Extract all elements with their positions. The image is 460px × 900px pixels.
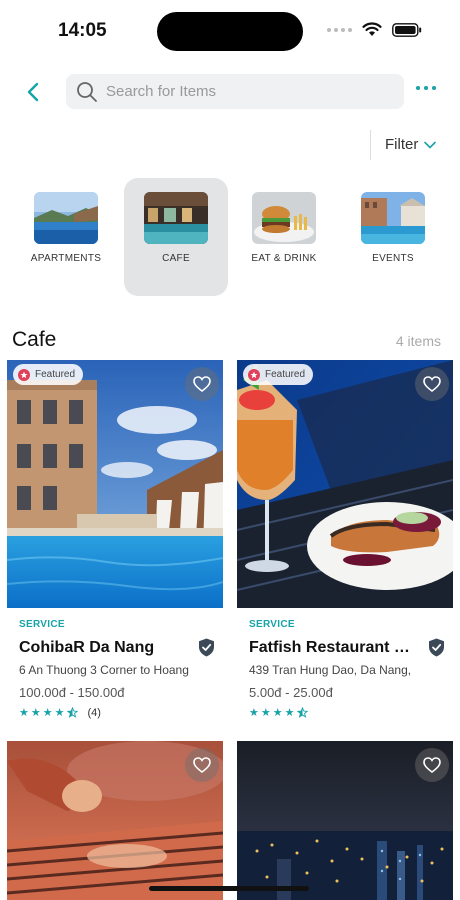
star-icon: ★ — [260, 707, 271, 719]
star-icon: ★ — [249, 707, 259, 719]
status-icons — [327, 22, 422, 37]
search-icon — [77, 81, 97, 102]
listing-price: 100.00đ - 150.00đ — [19, 685, 125, 700]
listing-title-row: CohibaR Da Nang — [19, 638, 215, 657]
half-star-icon — [296, 707, 308, 718]
star-icon: ★ — [54, 707, 65, 719]
featured-icon — [248, 368, 260, 381]
category-label: CAFE — [162, 253, 190, 264]
heart-icon — [423, 376, 441, 392]
listing-address: 439 Tran Hung Dao, Da Nang, — [249, 663, 412, 677]
verified-shield-icon — [429, 638, 444, 657]
listing-address: 6 An Thuong 3 Corner to Hoang — [19, 663, 189, 677]
listing-category: SERVICE — [19, 619, 65, 630]
status-bar: 14:05 — [0, 0, 460, 62]
listing-image: Featured — [7, 360, 223, 608]
listing-title[interactable]: Fatfish Restaurant & L... — [249, 639, 421, 657]
more-dot-icon — [416, 86, 420, 90]
heart-icon — [193, 376, 211, 392]
favorite-button[interactable] — [415, 748, 449, 782]
dynamic-island — [157, 12, 303, 51]
listing-title-row: Fatfish Restaurant & L... — [249, 638, 445, 657]
listing-image — [7, 741, 223, 900]
cellular-signal-icon — [327, 27, 352, 32]
category-apartments[interactable]: APARTMENTS — [14, 178, 118, 296]
listing-card[interactable] — [237, 741, 453, 900]
listing-category: SERVICE — [249, 619, 295, 630]
filter-button[interactable]: Filter — [385, 136, 437, 153]
back-arrow-icon[interactable] — [22, 80, 46, 104]
heart-icon — [423, 757, 441, 773]
listing-card[interactable]: Featured SERVICE CohibaR Da Nang 6 An Th… — [7, 360, 223, 719]
star-icon: ★ — [42, 707, 53, 719]
home-indicator[interactable] — [149, 886, 309, 891]
featured-badge: Featured — [243, 364, 314, 385]
rating-stars: ★ ★ ★ ★ — [249, 706, 453, 719]
favorite-button[interactable] — [185, 367, 219, 401]
more-dot-icon — [424, 86, 428, 90]
featured-label: Featured — [35, 369, 76, 380]
listing-image: Featured — [237, 360, 453, 608]
item-count: 4 items — [395, 333, 441, 349]
favorite-button[interactable] — [185, 748, 219, 782]
filter-label: Filter — [385, 136, 419, 153]
star-icon: ★ — [19, 707, 29, 719]
featured-label: Featured — [265, 369, 306, 380]
star-icon: ★ — [272, 707, 283, 719]
more-options-button[interactable] — [412, 82, 440, 94]
burger-photo — [252, 192, 316, 244]
battery-icon — [392, 22, 422, 37]
verified-shield-icon — [199, 638, 214, 657]
category-eat-drink[interactable]: EAT & DRINK — [232, 178, 336, 296]
listing-price: 5.00đ - 25.00đ — [249, 685, 333, 700]
category-list: APARTMENTS CAFE EAT & DRINK EVENTS — [0, 178, 460, 298]
favorite-button[interactable] — [415, 367, 449, 401]
heart-icon — [193, 757, 211, 773]
category-cafe[interactable]: CAFE — [124, 178, 228, 296]
rating-stars: ★ ★ ★ ★ (4) — [19, 706, 223, 720]
category-events[interactable]: EVENTS — [341, 178, 445, 296]
more-dot-icon — [432, 86, 436, 90]
category-label: APARTMENTS — [30, 253, 102, 264]
events-photo — [361, 192, 425, 244]
category-label: EAT & DRINK — [251, 253, 317, 264]
listing-image — [237, 741, 453, 900]
category-label: EVENTS — [372, 253, 414, 264]
star-icon: ★ — [30, 707, 41, 719]
rating-count: (4) — [87, 706, 101, 719]
featured-badge: Featured — [13, 364, 84, 385]
featured-icon — [18, 368, 30, 381]
wifi-icon — [362, 22, 382, 36]
listing-title[interactable]: CohibaR Da Nang — [19, 639, 154, 657]
chevron-down-icon — [424, 141, 437, 149]
apartment-photo — [34, 192, 98, 244]
section-title: Cafe — [12, 328, 57, 351]
cafe-photo — [144, 192, 208, 244]
listing-card[interactable] — [7, 741, 223, 900]
status-time: 14:05 — [58, 20, 107, 41]
star-icon: ★ — [284, 707, 295, 719]
search-bar[interactable] — [66, 74, 404, 109]
filter-divider — [370, 130, 371, 160]
listing-card[interactable]: Featured SERVICE Fatfish Restaurant & L.… — [237, 360, 453, 719]
search-input[interactable] — [106, 83, 386, 100]
search-row — [0, 74, 460, 110]
half-star-icon — [66, 707, 78, 718]
